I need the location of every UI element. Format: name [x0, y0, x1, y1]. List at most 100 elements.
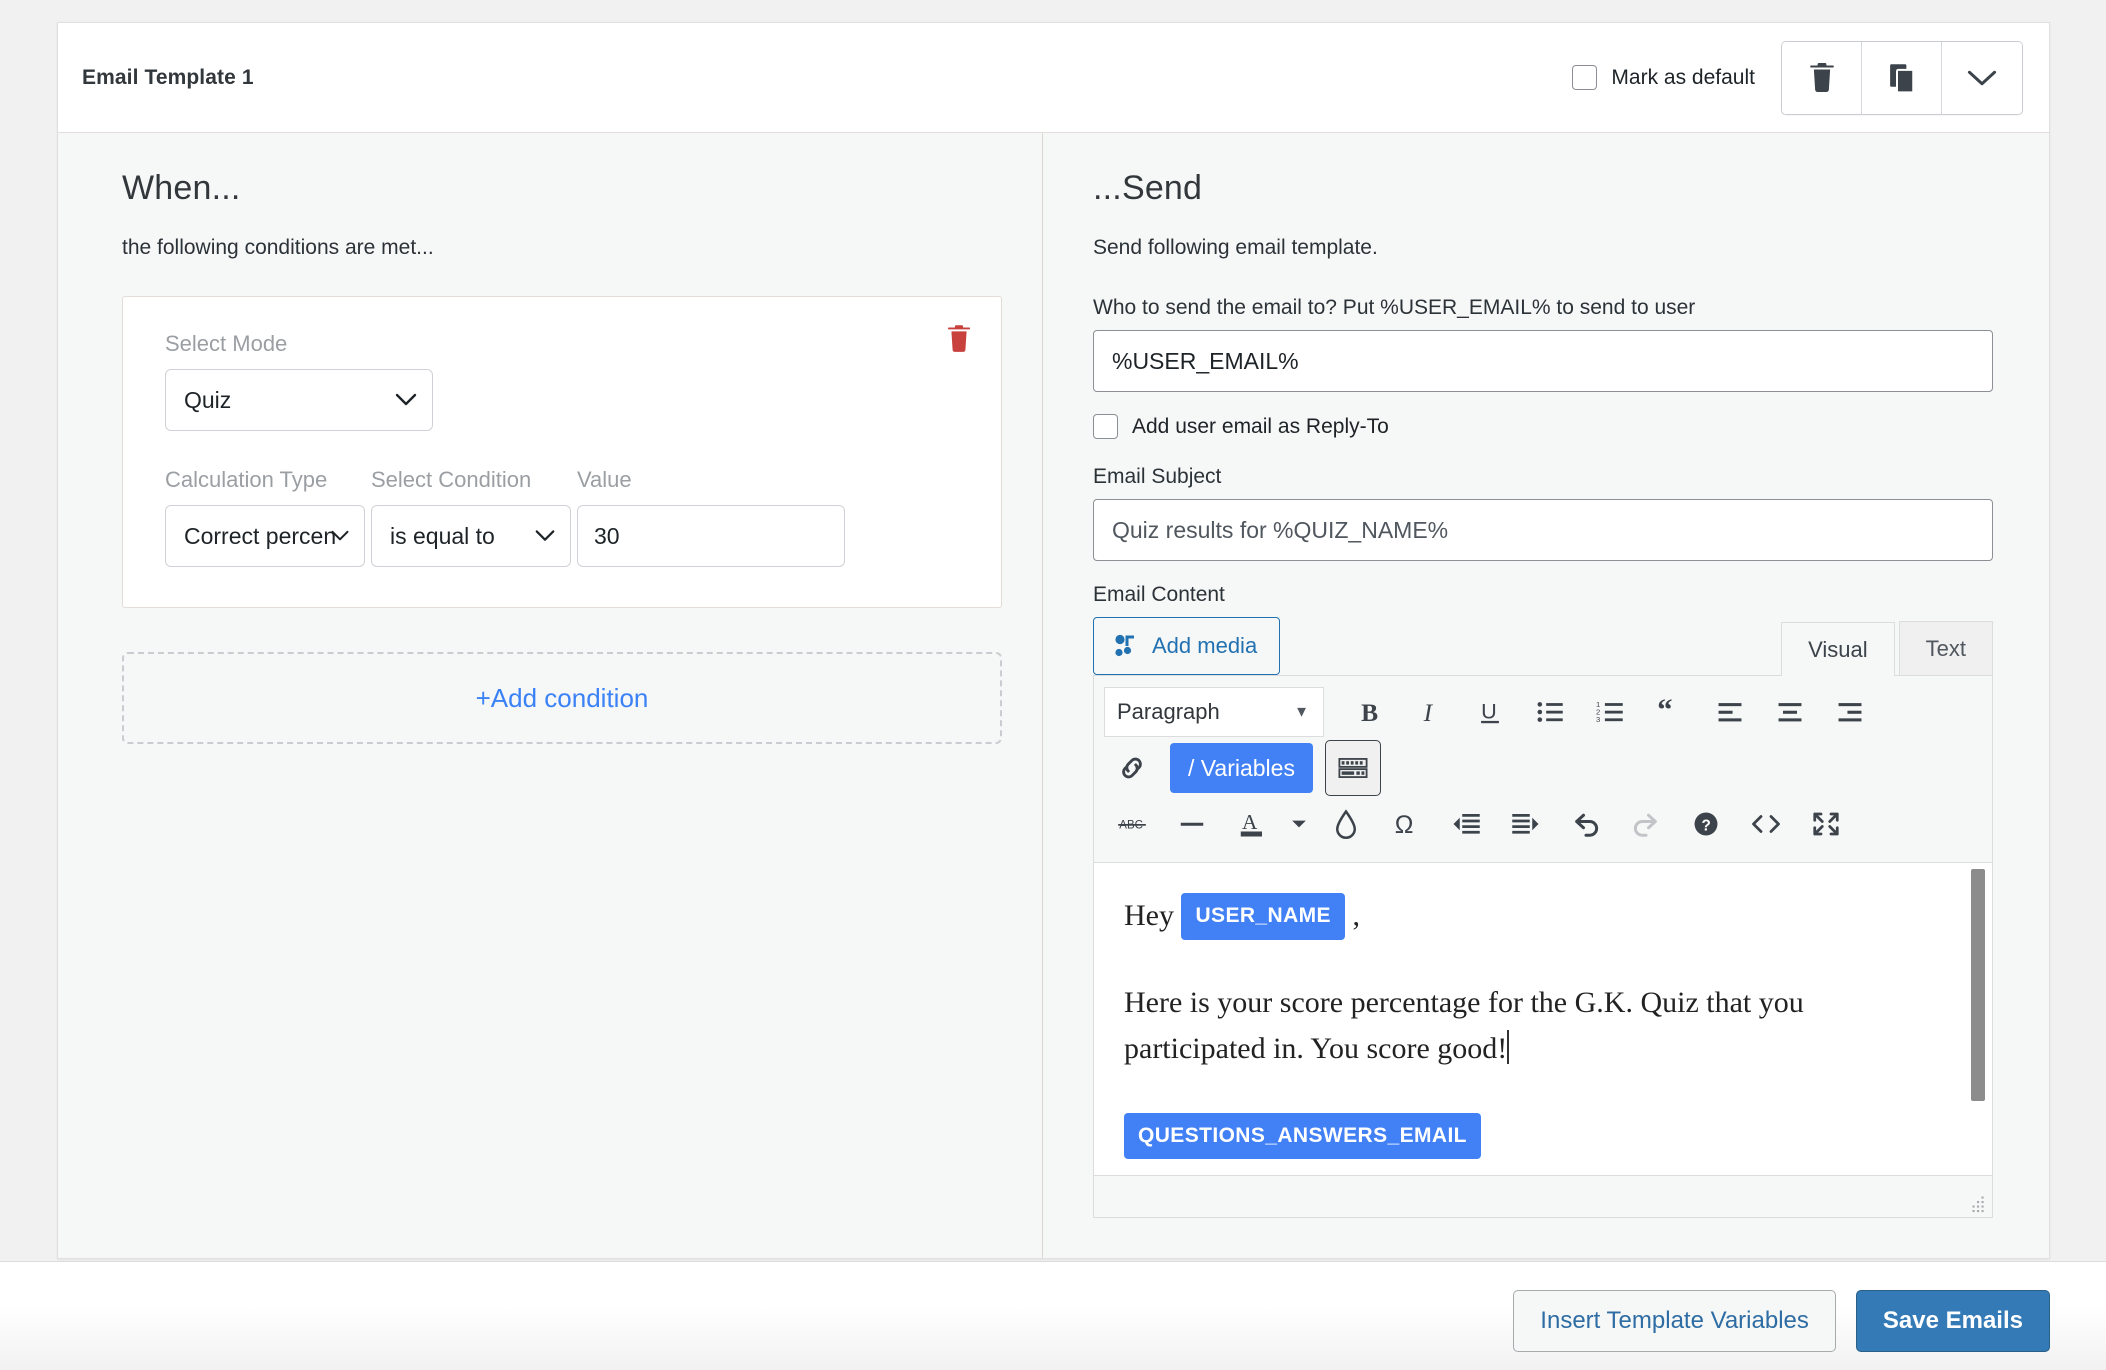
resize-handle-icon[interactable]: [1968, 1195, 1986, 1213]
mark-as-default-checkbox[interactable]: [1572, 65, 1597, 90]
add-condition-button[interactable]: +Add condition: [122, 652, 1002, 744]
insert-variables-editor-button[interactable]: / Variables: [1170, 743, 1313, 793]
calculation-type-value: Correct percen: [184, 523, 336, 550]
source-code-icon: [1751, 811, 1781, 837]
mark-as-default-group[interactable]: Mark as default: [1572, 65, 1755, 90]
keyboard-icon: [1336, 755, 1370, 781]
align-center-button[interactable]: [1762, 685, 1818, 739]
select-condition-group: Select Condition is equal to: [371, 467, 571, 567]
recipient-label: Who to send the email to? Put %USER_EMAI…: [1093, 296, 1993, 320]
redo-button[interactable]: [1618, 797, 1674, 851]
svg-text:“: “: [1657, 699, 1672, 725]
text-color-button[interactable]: A: [1224, 797, 1280, 851]
bulleted-list-button[interactable]: [1522, 685, 1578, 739]
calculation-type-dropdown[interactable]: Correct percen: [165, 505, 365, 567]
fullscreen-button[interactable]: [1798, 797, 1854, 851]
recipient-input[interactable]: [1093, 330, 1993, 392]
add-condition-label: +Add condition: [476, 683, 649, 714]
page-title: Email Template 1: [82, 66, 254, 90]
bold-icon: B: [1357, 698, 1383, 726]
collapse-template-button[interactable]: [1942, 42, 2022, 114]
omega-icon: Ω: [1392, 809, 1420, 839]
chevron-down-icon: ▼: [1294, 704, 1309, 721]
footer-actions: Insert Template Variables Save Emails: [1513, 1290, 2050, 1352]
save-emails-label: Save Emails: [1883, 1307, 2023, 1335]
blockquote-icon: “: [1656, 699, 1684, 725]
select-mode-dropdown[interactable]: Quiz: [165, 369, 433, 431]
email-subject-label: Email Subject: [1093, 465, 1993, 489]
align-left-icon: [1716, 699, 1744, 725]
outdent-button[interactable]: [1438, 797, 1494, 851]
add-media-button[interactable]: Add media: [1093, 617, 1280, 675]
redo-icon: [1631, 810, 1661, 838]
eraser-icon: [1332, 809, 1360, 839]
header-actions: Mark as default: [1572, 41, 2023, 115]
special-character-button[interactable]: Ω: [1378, 797, 1434, 851]
align-left-button[interactable]: [1702, 685, 1758, 739]
delete-template-button[interactable]: [1782, 42, 1862, 114]
variable-token-user-name[interactable]: USER_NAME: [1181, 893, 1344, 940]
editor-toolbar-row-3: ABC A: [1104, 796, 1982, 852]
italic-button[interactable]: I: [1402, 685, 1458, 739]
email-subject-input[interactable]: [1093, 499, 1993, 561]
horizontal-rule-button[interactable]: [1164, 797, 1220, 851]
chevron-down-icon: [394, 392, 418, 408]
select-condition-label: Select Condition: [371, 467, 571, 493]
fullscreen-icon: [1811, 810, 1841, 838]
source-code-button[interactable]: [1738, 797, 1794, 851]
align-right-icon: [1836, 699, 1864, 725]
editor-line-2-text: Here is your score percentage for the G.…: [1124, 986, 1804, 1066]
undo-button[interactable]: [1558, 797, 1614, 851]
blockquote-button[interactable]: “: [1642, 685, 1698, 739]
help-button[interactable]: ?: [1678, 797, 1734, 851]
delete-condition-button[interactable]: [945, 323, 973, 355]
when-heading: When...: [122, 169, 1002, 208]
reply-to-group[interactable]: Add user email as Reply-To: [1093, 414, 1993, 439]
variable-token-questions-answers-email[interactable]: QUESTIONS_ANSWERS_EMAIL: [1124, 1113, 1481, 1160]
indent-icon: [1511, 811, 1541, 837]
format-select-value: Paragraph: [1117, 699, 1220, 725]
bold-button[interactable]: B: [1342, 685, 1398, 739]
editor-mode-tabs: Visual Text: [1781, 621, 1993, 675]
insert-link-button[interactable]: [1104, 741, 1160, 795]
select-mode-value: Quiz: [184, 387, 231, 414]
strikethrough-button[interactable]: ABC: [1104, 797, 1160, 851]
duplicate-template-button[interactable]: [1862, 42, 1942, 114]
editor-toolbar: Paragraph ▼ B I: [1094, 676, 1992, 863]
select-condition-dropdown[interactable]: is equal to: [371, 505, 571, 567]
indent-button[interactable]: [1498, 797, 1554, 851]
align-center-icon: [1776, 699, 1804, 725]
text-color-dropdown-button[interactable]: [1284, 797, 1314, 851]
page-footer: Insert Template Variables Save Emails: [0, 1261, 2106, 1370]
condition-value-input[interactable]: [577, 505, 845, 567]
select-mode-group: Select Mode Quiz: [165, 331, 961, 431]
format-select[interactable]: Paragraph ▼: [1104, 687, 1324, 737]
add-media-label: Add media: [1152, 633, 1257, 659]
tab-visual[interactable]: Visual: [1781, 622, 1895, 676]
insert-template-variables-label: Insert Template Variables: [1540, 1307, 1809, 1335]
horizontal-rule-icon: [1177, 811, 1207, 837]
keyboard-shortcuts-button[interactable]: [1325, 740, 1381, 796]
trash-icon: [1807, 61, 1837, 95]
svg-text:Ω: Ω: [1395, 811, 1414, 839]
editor-scrollbar[interactable]: [1971, 869, 1985, 1101]
strikethrough-icon: ABC: [1117, 811, 1147, 837]
clear-formatting-button[interactable]: [1318, 797, 1374, 851]
calculation-type-label: Calculation Type: [165, 467, 365, 493]
underline-button[interactable]: U: [1462, 685, 1518, 739]
editor-content-area[interactable]: Hey USER_NAME , Here is your score perce…: [1094, 863, 1992, 1175]
select-condition-value: is equal to: [390, 523, 495, 550]
outdent-icon: [1451, 811, 1481, 837]
editor-line-2: Here is your score percentage for the G.…: [1124, 980, 1952, 1073]
tab-text[interactable]: Text: [1899, 621, 1993, 675]
numbered-list-button[interactable]: 1 2 3: [1582, 685, 1638, 739]
condition-value-group: Value: [577, 467, 845, 567]
svg-text:U: U: [1481, 698, 1497, 723]
calculation-type-group: Calculation Type Correct percen: [165, 467, 365, 567]
align-right-button[interactable]: [1822, 685, 1878, 739]
reply-to-checkbox[interactable]: [1093, 414, 1118, 439]
when-subheading: the following conditions are met...: [122, 236, 1002, 260]
template-header: Email Template 1 Mark as default: [58, 23, 2049, 133]
save-emails-button[interactable]: Save Emails: [1856, 1290, 2050, 1352]
insert-template-variables-button[interactable]: Insert Template Variables: [1513, 1290, 1836, 1352]
